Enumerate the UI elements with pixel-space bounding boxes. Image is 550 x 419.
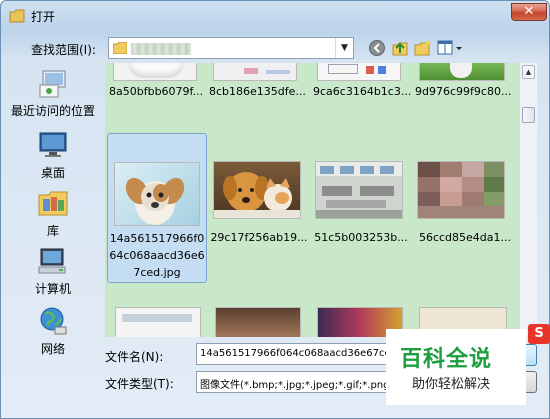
file-item[interactable]: 29c17f256ab19... — [209, 161, 309, 253]
file-thumbnail — [215, 307, 301, 337]
desktop-icon — [39, 132, 67, 157]
filename-label: 文件名(N): — [105, 350, 164, 364]
network-icon — [40, 307, 67, 335]
place-libraries[interactable]: 库 — [5, 187, 101, 239]
office-photo — [316, 162, 402, 218]
place-recent[interactable]: 最近访问的位置 — [5, 67, 101, 119]
puppy-kitten-photo — [214, 172, 300, 218]
filetype-label: 文件类型(T): — [105, 377, 174, 391]
dog-photo — [125, 177, 185, 225]
file-thumbnail — [213, 161, 301, 219]
file-name: 8a50bfbb6079f... — [109, 85, 204, 98]
file-item[interactable]: 51c5b003253b... — [311, 161, 411, 253]
file-thumbnail — [114, 162, 200, 226]
file-item[interactable]: 9ca6c3164b1c3... — [313, 63, 412, 101]
computer-icon — [38, 248, 66, 274]
up-folder-icon[interactable] — [391, 39, 409, 57]
libraries-icon — [38, 191, 68, 216]
place-label: 网络 — [40, 342, 65, 356]
scrollbar-thumb[interactable] — [522, 107, 535, 123]
file-item[interactable]: 56ccd85e4da1... — [413, 161, 517, 253]
filetype-dropdown[interactable]: 图像文件(*.bmp;*.jpg;*.jpeg;*.gif;*.png) — [196, 371, 392, 393]
file-thumbnail — [417, 161, 505, 219]
folder-icon — [113, 42, 127, 54]
close-button[interactable]: ✕ — [511, 3, 547, 21]
file-item[interactable]: 9d976c99f9c80... — [415, 63, 511, 101]
place-label: 计算机 — [34, 282, 71, 296]
place-computer[interactable]: 计算机 — [5, 245, 101, 297]
file-thumbnail — [115, 307, 201, 337]
watermark-overlay: 百科全说 助你轻松解决 — [386, 329, 526, 405]
pixelated-photo — [418, 162, 504, 218]
file-name-line-1: 14a561517966f0 — [109, 232, 205, 245]
file-name-line-3: 7ced.jpg — [133, 266, 181, 279]
file-thumbnail — [315, 161, 403, 219]
place-label: 库 — [46, 224, 59, 238]
file-name: 29c17f256ab19... — [210, 231, 308, 244]
chevron-down-icon[interactable]: ▼ — [335, 38, 353, 58]
new-folder-icon[interactable] — [413, 39, 433, 57]
watermark-subtitle: 助你轻松解决 — [412, 377, 491, 392]
file-item[interactable]: 8a50bfbb6079f... — [109, 63, 204, 101]
view-menu-icon[interactable] — [437, 39, 463, 57]
lookin-label: 查找范围(I): — [31, 43, 96, 57]
folder-icon — [9, 9, 25, 23]
file-item[interactable] — [109, 307, 205, 337]
place-label: 最近访问的位置 — [10, 104, 95, 118]
file-item[interactable] — [209, 307, 305, 337]
window-title: 打开 — [31, 10, 56, 24]
watermark-logo: S — [528, 324, 550, 344]
back-icon[interactable] — [368, 39, 386, 57]
file-name: 8cb186e135dfe... — [209, 85, 306, 98]
file-item[interactable]: 8cb186e135dfe... — [209, 63, 306, 101]
place-label: 桌面 — [40, 166, 65, 180]
title-bar[interactable]: 打开 ✕ — [1, 1, 549, 31]
file-name-line-2: 64c068aacd36e6 — [109, 249, 205, 262]
file-name: 51c5b003253b... — [314, 231, 408, 244]
file-name: 9ca6c3164b1c3... — [313, 85, 412, 98]
file-thumbnail — [213, 63, 297, 81]
filename-input[interactable]: 14a561517966f064c068aacd36e67ced.jpg — [196, 343, 392, 365]
place-desktop[interactable]: 桌面 — [5, 129, 101, 181]
file-thumbnail — [317, 63, 401, 81]
file-thumbnail — [419, 63, 505, 81]
place-network[interactable]: 网络 — [5, 305, 101, 357]
file-name: 9d976c99f9c80... — [415, 85, 512, 98]
vertical-scrollbar[interactable]: ▲ — [519, 63, 537, 337]
scroll-up-arrow[interactable]: ▲ — [522, 65, 535, 79]
file-list[interactable]: 8a50bfbb6079f... 8cb186e135dfe... 9ca6c3… — [105, 63, 519, 337]
file-item-selected[interactable]: 14a561517966f0 64c068aacd36e6 7ced.jpg — [107, 133, 207, 283]
watermark-title: 百科全说 — [400, 347, 493, 372]
open-file-dialog: 打开 ✕ 查找范围(I): ▼ 最近访问的位置 桌面 库 计算机 网络 8a50… — [0, 0, 550, 419]
places-bar: 最近访问的位置 桌面 库 计算机 网络 — [5, 63, 101, 373]
blurred-folder-name — [131, 43, 191, 55]
recent-places-icon — [39, 70, 66, 98]
lookin-dropdown[interactable]: ▼ — [108, 37, 354, 59]
file-thumbnail — [113, 63, 197, 81]
file-name: 56ccd85e4da1... — [418, 231, 512, 244]
